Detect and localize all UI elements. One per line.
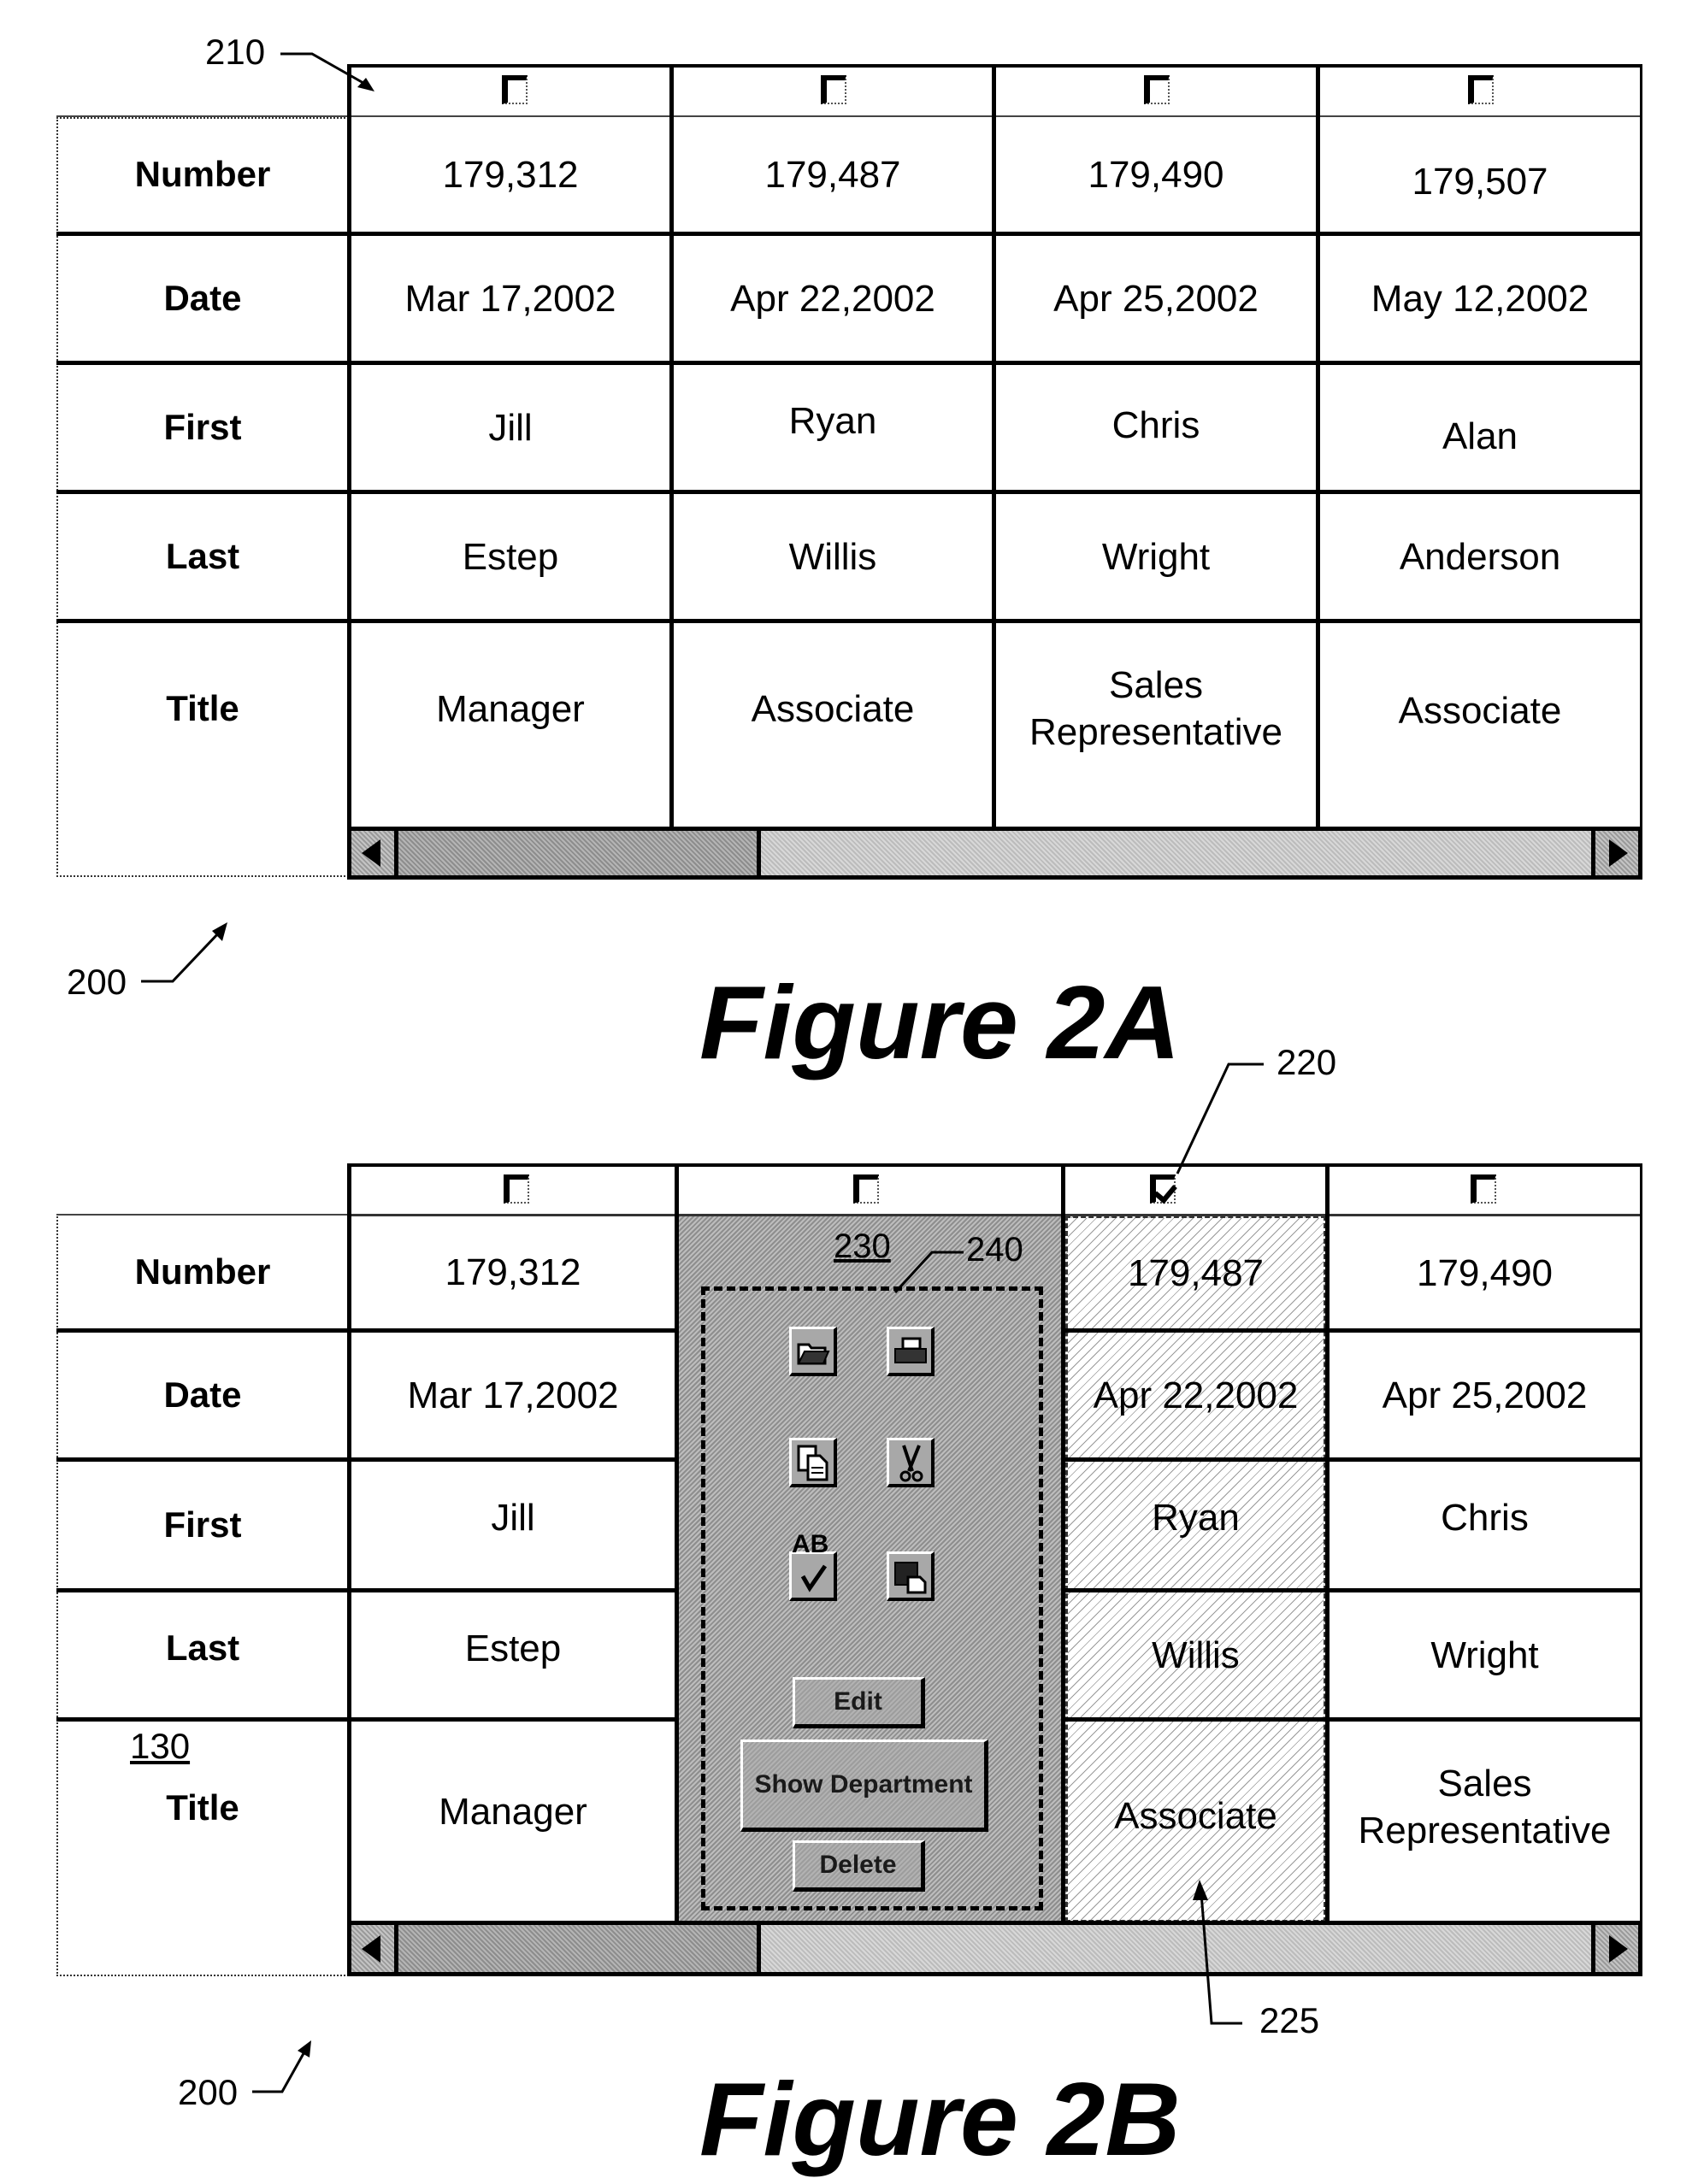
- cell-last[interactable]: Wright: [1330, 1592, 1640, 1717]
- figure-caption: Figure 2A: [699, 964, 1181, 1080]
- cell-date-selected[interactable]: Apr 22,2002: [1065, 1333, 1326, 1457]
- scrollbar-thumb[interactable]: [398, 831, 761, 875]
- figure-caption: Figure 2B: [699, 2061, 1181, 2177]
- row-label-date: Date: [163, 277, 242, 318]
- print-icon[interactable]: [887, 1327, 935, 1376]
- cell-date[interactable]: Apr 25,2002: [996, 236, 1316, 361]
- ref-number-200: 200: [67, 962, 127, 1002]
- cell-last[interactable]: Estep: [351, 494, 669, 619]
- cell-date[interactable]: Mar 17,2002: [351, 1333, 675, 1457]
- cut-icon[interactable]: [887, 1438, 935, 1487]
- cell-last-selected[interactable]: Willis: [1065, 1592, 1326, 1717]
- cell-number[interactable]: 179,507: [1320, 124, 1640, 238]
- cell-last[interactable]: Estep: [351, 1592, 675, 1704]
- cell-number[interactable]: 179,312: [351, 117, 669, 232]
- row-label-first: First: [163, 1504, 242, 1545]
- row-label-last: Last: [165, 535, 240, 576]
- row-label-date: Date: [163, 1374, 242, 1415]
- open-folder-icon[interactable]: [789, 1327, 837, 1376]
- cell-date[interactable]: May 12,2002: [1320, 236, 1640, 361]
- cell-last[interactable]: Willis: [674, 494, 992, 619]
- cell-number-selected[interactable]: 179,487: [1065, 1216, 1326, 1330]
- delete-button[interactable]: Delete: [793, 1840, 925, 1892]
- leader-arrow-210: [280, 52, 374, 91]
- cell-first[interactable]: Chris: [1330, 1462, 1640, 1573]
- copy-icon[interactable]: [789, 1438, 837, 1487]
- scroll-right-button[interactable]: [1591, 1925, 1638, 1972]
- row-label-number: Number: [134, 1251, 271, 1292]
- column-select-checkbox[interactable]: [1144, 75, 1170, 104]
- ref-number-240: 240: [966, 1231, 1023, 1269]
- cell-number[interactable]: 179,312: [351, 1216, 675, 1328]
- row-label-title: Title: [166, 1787, 239, 1828]
- cell-number[interactable]: 179,487: [674, 117, 992, 232]
- ref-number-230: 230: [834, 1227, 891, 1265]
- leader-arrow-200: [141, 922, 227, 983]
- ref-number-130: 130: [130, 1726, 191, 1766]
- horizontal-scrollbar[interactable]: [347, 1921, 1642, 1976]
- column-select-checkbox[interactable]: [504, 1174, 529, 1204]
- paste-icon[interactable]: [887, 1551, 935, 1601]
- ref-number-225: 225: [1259, 2000, 1320, 2040]
- cell-last[interactable]: Wright: [996, 494, 1316, 619]
- ref-number-210: 210: [205, 32, 266, 72]
- cell-number[interactable]: 179,490: [1330, 1216, 1640, 1330]
- show-department-button[interactable]: Show Department: [740, 1740, 988, 1832]
- leader-arrow-200: [252, 2040, 311, 2093]
- scroll-right-button[interactable]: [1591, 831, 1638, 875]
- cell-title[interactable]: Sales Representative: [1029, 623, 1282, 794]
- column-select-checkbox[interactable]: [1468, 75, 1494, 104]
- cell-title[interactable]: Sales Representative: [1359, 1722, 1612, 1893]
- row-label-last: Last: [165, 1627, 240, 1668]
- cell-first[interactable]: Alan: [1320, 374, 1640, 498]
- arrow-left-icon: [362, 839, 380, 867]
- cell-date[interactable]: Apr 25,2002: [1330, 1333, 1640, 1457]
- cell-title[interactable]: Associate: [1320, 623, 1640, 798]
- scroll-left-button[interactable]: [351, 1925, 398, 1972]
- scrollbar-thumb[interactable]: [398, 1925, 761, 1972]
- cell-first[interactable]: Jill: [351, 365, 669, 490]
- cell-title[interactable]: Manager: [351, 1722, 675, 1901]
- cell-first-selected[interactable]: Ryan: [1065, 1462, 1326, 1573]
- column-select-checkbox[interactable]: [502, 75, 528, 104]
- spell-check-label: AB: [792, 1530, 829, 1558]
- cell-title[interactable]: Associate: [674, 623, 992, 794]
- cell-last[interactable]: Anderson: [1320, 494, 1640, 619]
- row-label-number: Number: [134, 153, 271, 194]
- row-label-title: Title: [166, 687, 239, 728]
- row-label-first: First: [163, 406, 242, 447]
- ref-number-220: 220: [1277, 1042, 1337, 1082]
- cell-first[interactable]: Jill: [351, 1462, 675, 1573]
- ref-number-200: 200: [178, 2072, 239, 2112]
- column-select-checkbox[interactable]: [1471, 1174, 1496, 1204]
- column-select-checkbox[interactable]: [821, 75, 846, 104]
- edit-button[interactable]: Edit: [793, 1677, 925, 1728]
- column-select-checkbox[interactable]: [853, 1174, 879, 1204]
- cell-title[interactable]: Manager: [351, 623, 669, 794]
- cell-first[interactable]: Ryan: [674, 365, 992, 476]
- arrow-right-icon: [1609, 1934, 1628, 1963]
- cell-date[interactable]: Apr 22,2002: [674, 236, 992, 361]
- cell-number[interactable]: 179,490: [996, 117, 1316, 232]
- cell-date[interactable]: Mar 17,2002: [351, 236, 669, 361]
- arrow-right-icon: [1609, 839, 1628, 867]
- cell-first[interactable]: Chris: [996, 365, 1316, 485]
- arrow-left-icon: [362, 1934, 380, 1963]
- horizontal-scrollbar[interactable]: [347, 827, 1642, 880]
- scroll-left-button[interactable]: [351, 831, 398, 875]
- leader-arrow-225: [1193, 1880, 1242, 2025]
- column-select-checkbox-checked[interactable]: [1150, 1174, 1176, 1204]
